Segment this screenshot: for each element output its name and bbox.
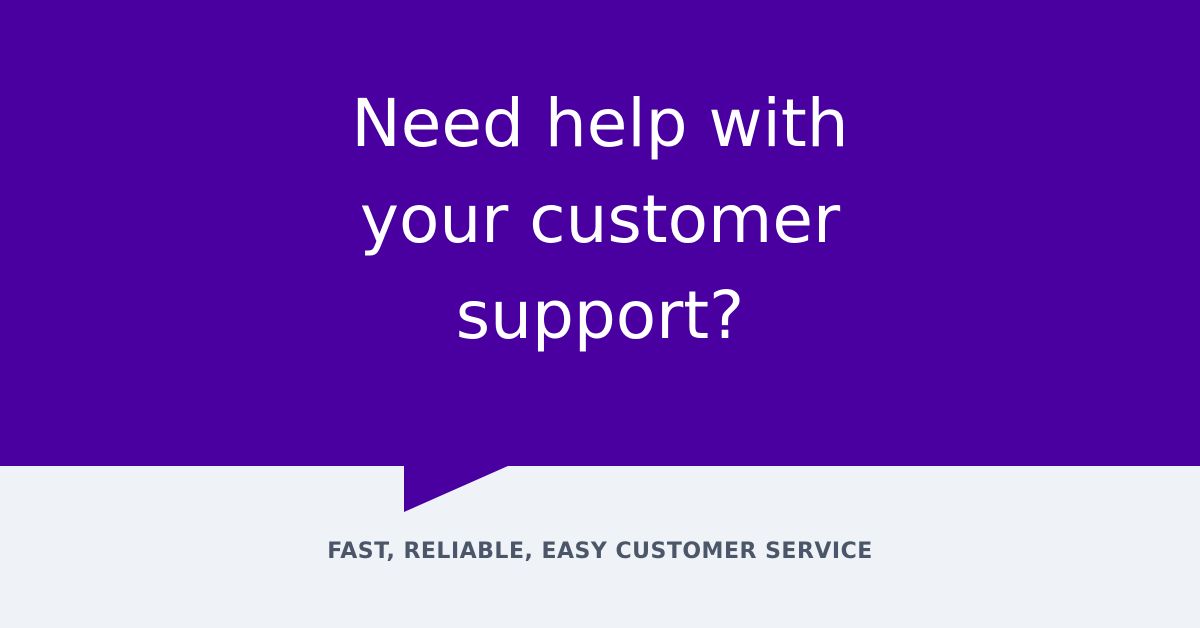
headline-line-1: Need help with (351, 85, 849, 162)
speech-bubble-banner: Need help with your customer support? (0, 0, 1200, 466)
headline-line-3: support? (455, 277, 745, 354)
headline: Need help with your customer support? (0, 76, 1200, 364)
speech-bubble-tail-icon (404, 465, 510, 512)
headline-line-2: your customer (359, 181, 841, 258)
tagline: FAST, RELIABLE, EASY CUSTOMER SERVICE (327, 539, 873, 564)
